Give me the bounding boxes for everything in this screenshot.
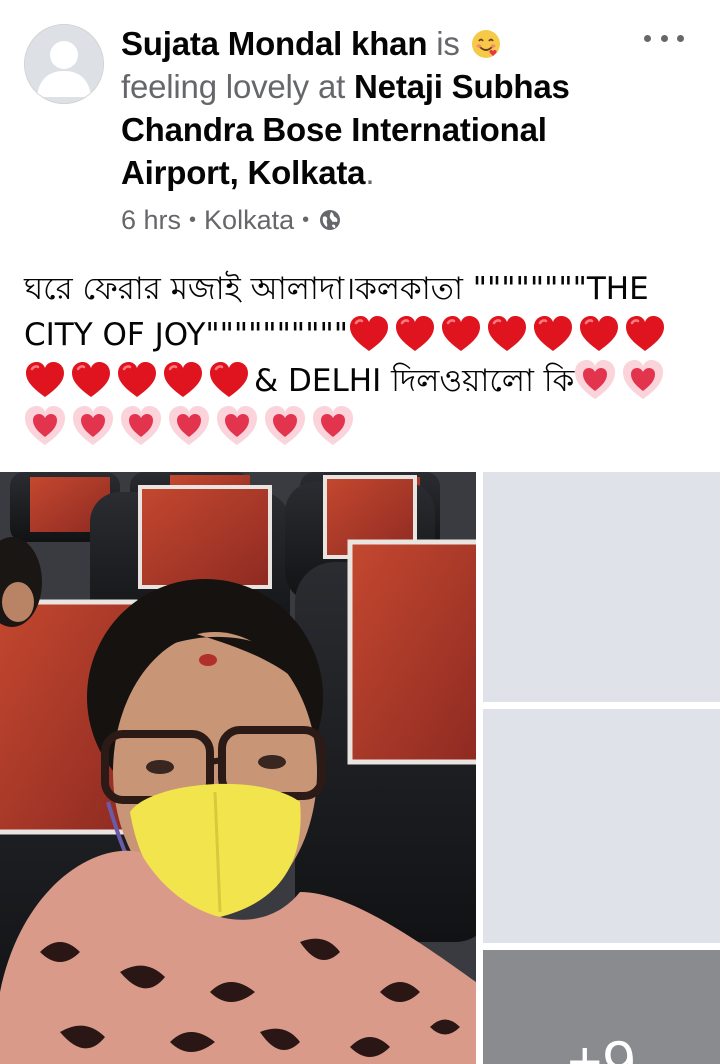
post-body: ঘরে ফেরার মজাই আলাদা।কলকাতা """"""""THE …: [24, 266, 704, 450]
red-heart-emoji: [625, 316, 664, 351]
heart-with-ribbon-emoji: [575, 360, 616, 399]
post-city[interactable]: Kolkata: [204, 200, 294, 240]
avatar[interactable]: [24, 24, 104, 104]
heart-with-ribbon-emoji: [73, 406, 113, 445]
post-meta: 6 hrs • Kolkata •: [121, 200, 341, 240]
post-text-part2: & DELHI দিলওয়ালো কি: [254, 363, 575, 399]
heart-with-ribbon-emoji: [313, 406, 353, 445]
main-photo[interactable]: [0, 472, 476, 1064]
heart-with-ribbon-emoji: [623, 360, 664, 399]
heart-with-ribbon-emoji: [25, 406, 65, 445]
red-heart-emoji: [487, 316, 526, 351]
dot: [660, 34, 668, 42]
heart-with-ribbon-emoji: [217, 406, 257, 445]
dot: [644, 34, 651, 42]
red-heart-emoji: [164, 362, 202, 397]
red-heart-emoji: [441, 316, 480, 351]
facebook-post: Sujata Mondal khan is feeling lovely at …: [0, 0, 720, 1064]
post-header: Sujata Mondal khan is feeling lovely at …: [121, 22, 641, 194]
selfie-photo: [0, 472, 476, 1064]
red-heart-emoji: [349, 316, 388, 351]
default-profile-icon: [25, 25, 103, 103]
more-options-icon[interactable]: [644, 26, 684, 50]
dot: [677, 34, 684, 42]
red-heart-emoji: [118, 362, 156, 397]
red-heart-emoji: [533, 316, 572, 351]
heart-with-ribbon-emoji: [169, 406, 209, 445]
red-heart-emoji: [579, 316, 618, 351]
smiling-face-with-hearts-emoji: [471, 30, 500, 58]
more-photos-count: +9: [567, 1029, 636, 1064]
heart-with-ribbon-emoji: [265, 406, 305, 445]
activity-is: is: [436, 25, 460, 62]
globe-icon[interactable]: [319, 209, 341, 231]
heart-with-ribbon-emoji: [121, 406, 161, 445]
photo-thumbnail-more[interactable]: +9: [483, 950, 720, 1064]
activity-text: feeling lovely at: [121, 68, 346, 105]
photo-thumbnail[interactable]: [483, 709, 720, 943]
red-heart-emoji: [26, 362, 64, 397]
separator: •: [189, 209, 197, 231]
photo-thumbnail[interactable]: [483, 472, 720, 702]
red-heart-emoji: [395, 316, 434, 351]
separator: •: [302, 209, 310, 231]
author-name[interactable]: Sujata Mondal khan: [121, 25, 427, 62]
red-heart-emoji: [210, 362, 248, 397]
post-time[interactable]: 6 hrs: [121, 200, 181, 240]
location-suffix: .: [365, 154, 375, 191]
red-heart-emoji: [72, 362, 110, 397]
